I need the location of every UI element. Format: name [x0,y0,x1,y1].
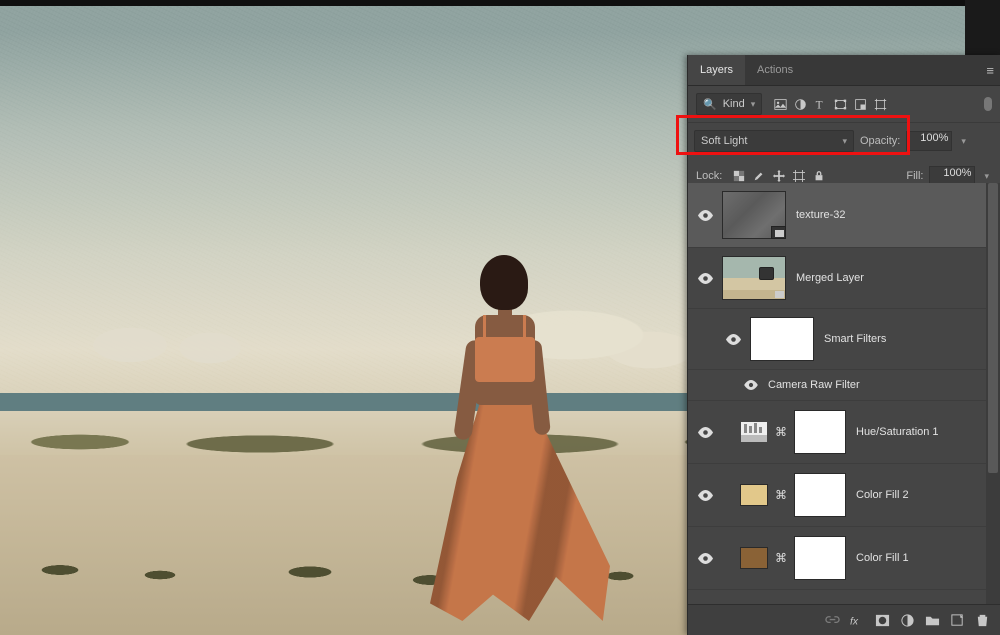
scroll-thumb[interactable] [988,183,998,473]
lock-pixels-icon[interactable] [732,170,745,183]
link-icon[interactable]: ⌘ [774,425,788,439]
blend-mode-value: Soft Light [701,135,747,147]
link-layers-icon[interactable] [825,613,840,628]
adjustment-hs-icon[interactable] [740,421,768,443]
new-group-icon[interactable] [925,613,940,628]
layer-name[interactable]: Smart Filters [824,333,886,345]
layer-mask-thumbnail[interactable] [794,536,846,580]
visibility-icon[interactable] [694,273,716,284]
smart-filters-mask[interactable] [750,317,814,361]
layers-bottom-bar: fx [688,604,1000,635]
visibility-icon[interactable] [694,427,716,438]
layer-name[interactable]: Color Fill 1 [856,552,909,564]
panel-scrollbar[interactable] [986,183,1000,605]
opacity-label: Opacity: [860,135,900,147]
lock-brush-icon[interactable] [752,170,765,183]
layer-mask-thumbnail[interactable] [794,410,846,454]
layer-smart-filters-head[interactable]: Smart Filters [688,309,1000,370]
filter-type-icon[interactable]: T [814,98,827,111]
add-mask-icon[interactable] [875,613,890,628]
panel-menu-icon[interactable]: ≡ [986,63,994,78]
filter-shape-icon[interactable] [834,98,847,111]
filter-kind-label: Kind [723,98,745,110]
layer-filter-icons: T [774,98,887,111]
new-adjustment-icon[interactable] [900,613,915,628]
blend-mode-dropdown[interactable]: Soft Light ▾ [694,130,854,152]
fx-icon[interactable]: fx [850,613,865,628]
layer-hue-saturation[interactable]: ⌘ Hue/Saturation 1 [688,401,1000,464]
fill-swatch[interactable] [740,484,768,506]
layer-texture[interactable]: texture-32 [688,183,1000,248]
layer-name[interactable]: Color Fill 2 [856,489,909,501]
lock-artboard-icon[interactable] [792,170,805,183]
chevron-down-icon: ▾ [751,99,756,110]
visibility-icon[interactable] [740,380,762,390]
fill-chevron-icon[interactable]: ▾ [981,171,992,182]
filter-artboard-icon[interactable] [874,98,887,111]
new-layer-icon[interactable] [950,613,965,628]
trash-icon[interactable] [975,613,990,628]
link-icon[interactable]: ⌘ [774,551,788,565]
layer-thumbnail[interactable] [722,191,786,239]
svg-text:T: T [816,99,823,110]
visibility-icon[interactable] [722,334,744,345]
visibility-icon[interactable] [694,553,716,564]
tab-layers[interactable]: Layers [688,55,745,85]
layer-thumbnail[interactable] [722,256,786,300]
layer-camera-raw-filter[interactable]: Camera Raw Filter [688,370,1000,401]
filter-toggle-icon[interactable] [984,97,992,111]
fill-swatch[interactable] [740,547,768,569]
layer-name[interactable]: texture-32 [796,209,846,221]
chevron-down-icon: ▾ [842,136,847,147]
search-icon: 🔍 [703,98,717,111]
lock-label: Lock: [696,170,722,182]
subject-figure [440,255,610,625]
layer-color-fill-2[interactable]: ⌘ Color Fill 2 [688,464,1000,527]
visibility-icon[interactable] [694,490,716,501]
lock-move-icon[interactable] [772,170,785,183]
layers-panel: Layers Actions ≡ 🔍 Kind ▾ T [687,55,1000,635]
filter-adjustment-icon[interactable] [794,98,807,111]
filter-image-icon[interactable] [774,98,787,111]
tab-actions[interactable]: Actions [745,55,805,85]
layer-name[interactable]: Hue/Saturation 1 [856,426,939,438]
filter-smartobject-icon[interactable] [854,98,867,111]
layer-name[interactable]: Merged Layer [796,272,864,284]
visibility-icon[interactable] [694,210,716,221]
layers-list: texture-32 Merged Layer Smart Filters Ca… [688,183,1000,605]
link-icon[interactable]: ⌘ [774,488,788,502]
svg-text:fx: fx [850,616,859,627]
layer-color-fill-1[interactable]: ⌘ Color Fill 1 [688,527,1000,590]
layer-mask-thumbnail[interactable] [794,473,846,517]
opacity-chevron-icon[interactable]: ▾ [958,136,969,147]
layer-merged[interactable]: Merged Layer [688,248,1000,309]
opacity-field[interactable]: 100% [906,131,952,151]
filter-kind-dropdown[interactable]: 🔍 Kind ▾ [696,93,762,115]
fill-label: Fill: [906,170,923,182]
layer-name[interactable]: Camera Raw Filter [768,379,860,391]
lock-all-icon[interactable] [812,170,825,183]
